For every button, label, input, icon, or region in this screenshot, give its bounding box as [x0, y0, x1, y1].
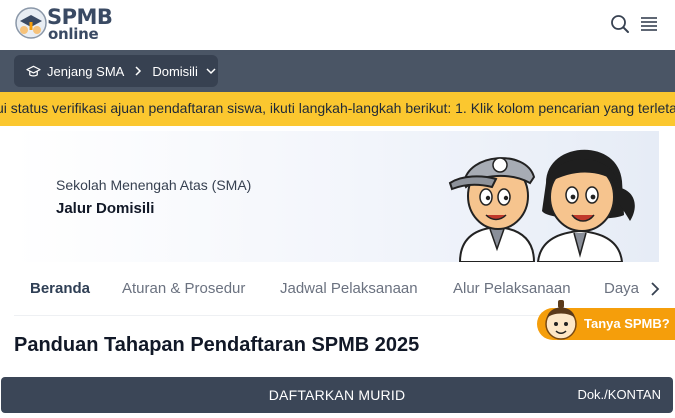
menu-icon[interactable] — [638, 13, 660, 35]
search-icon[interactable] — [609, 13, 631, 35]
tab-alur-pelaksanaan[interactable]: Alur Pelaksanaan — [453, 280, 571, 297]
tab-beranda[interactable]: Beranda — [30, 280, 90, 297]
hero-banner: Sekolah Menengah Atas (SMA) Jalur Domisi… — [14, 131, 659, 262]
mascot-avatar-icon — [545, 300, 577, 340]
tab-jadwal-pelaksanaan[interactable]: Jadwal Pelaksanaan — [280, 280, 418, 297]
hero-title: Jalur Domisili — [56, 200, 155, 217]
chevron-right-icon — [135, 66, 142, 76]
breadcrumb-level[interactable]: Jenjang SMA — [47, 64, 124, 79]
students-illustration — [448, 149, 635, 262]
register-student-button[interactable]: DAFTARKAN MURID Dok./KONTAN — [1, 377, 673, 413]
help-chat-button[interactable]: Tanya SPMB? — [537, 300, 675, 340]
breadcrumb[interactable]: Jenjang SMA Domisili — [14, 55, 218, 87]
register-student-label[interactable]: DAFTARKAN MURID — [1, 387, 673, 403]
spmb-logo[interactable]: SPMB online — [14, 4, 113, 44]
logo-emblem-icon — [15, 7, 47, 39]
hero-subtitle: Sekolah Menengah Atas (SMA) — [56, 177, 252, 193]
app-header: SPMB online — [0, 0, 675, 50]
photo-credit: Dok./KONTAN — [577, 387, 661, 402]
graduation-cap-icon — [26, 65, 41, 76]
tab-aturan-prosedur[interactable]: Aturan & Prosedur — [122, 280, 245, 297]
ticker-text: ui status verifikasi ajuan pendaftaran s… — [0, 100, 675, 116]
chevron-right-icon[interactable] — [646, 279, 664, 299]
logo-text-sub: online — [48, 25, 99, 43]
help-chat-label[interactable]: Tanya SPMB? — [584, 316, 670, 331]
page-title: Panduan Tahapan Pendaftaran SPMB 2025 — [14, 334, 420, 356]
chevron-down-icon[interactable] — [205, 65, 217, 77]
breadcrumb-route[interactable]: Domisili — [152, 64, 198, 79]
announcement-ticker: ui status verifikasi ajuan pendaftaran s… — [0, 92, 675, 126]
tab-daya-tampung[interactable]: Daya — [604, 280, 639, 297]
